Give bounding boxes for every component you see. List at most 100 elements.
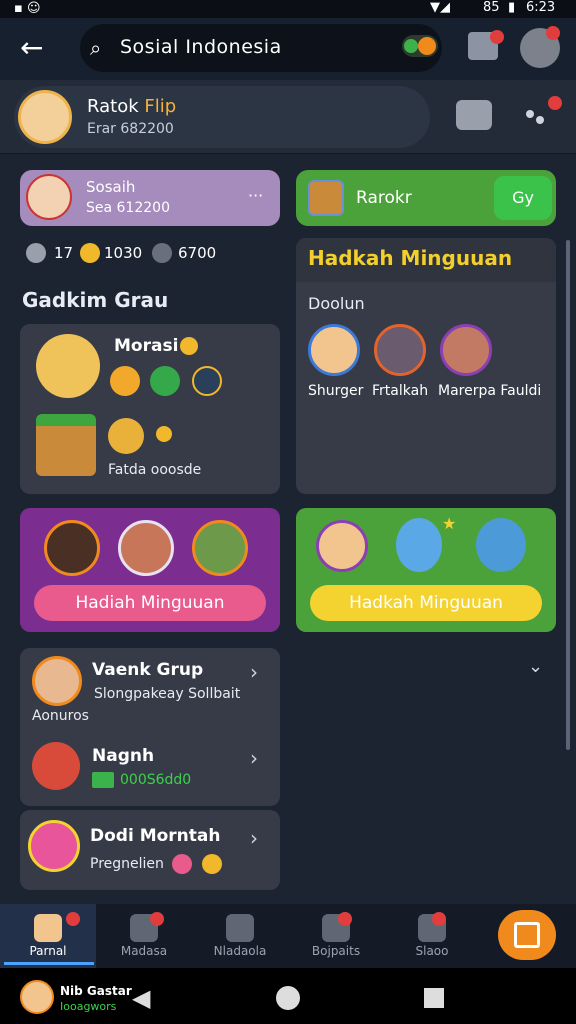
coin-icon: [80, 243, 100, 263]
gift-box-icon: [36, 414, 96, 476]
list-sub-3: Pregnelien: [90, 856, 164, 872]
chevron-right-icon[interactable]: ›: [250, 660, 258, 684]
chevron-right-icon[interactable]: ›: [250, 746, 258, 770]
battery-level: 85: [483, 0, 500, 15]
reward-icon-1[interactable]: [110, 366, 140, 396]
promo-avatar-1: [44, 520, 100, 576]
nav-label-4: Bojpaits: [311, 944, 361, 958]
game-toggle-icon[interactable]: [402, 35, 438, 57]
weekly-person-1: Shurger: [308, 383, 364, 399]
small-coin-icon: [156, 426, 172, 442]
list-sub-2: 000S6dd0: [120, 772, 192, 788]
weekly-avatar-3[interactable]: [440, 324, 492, 376]
back-nav-icon[interactable]: ◀: [132, 984, 150, 1012]
list-title-2[interactable]: Nagnh: [92, 746, 154, 766]
list-title-3[interactable]: Dodi Morntah: [90, 826, 221, 846]
list-title-1[interactable]: Vaenk Grup: [92, 660, 203, 680]
profile-avatar[interactable]: [18, 90, 72, 144]
list-sub-1: Slongpakeay Sollbait: [94, 686, 241, 702]
nav-badge-2: [150, 912, 164, 926]
nav-label-3: Nladaola: [213, 944, 267, 958]
star-icon: ★: [442, 514, 457, 533]
promo-green-avatar-2: [396, 518, 442, 572]
promo-purple-button[interactable]: Hadiah Minguuan: [34, 585, 266, 621]
chat-badge: [490, 30, 504, 44]
character-avatar: [36, 334, 100, 398]
group-avatar[interactable]: [32, 656, 82, 706]
battery-icon: ▮: [508, 0, 516, 15]
profile-sub: Erar 682200: [87, 121, 174, 137]
promo-green-avatar-1: [316, 520, 368, 572]
coin-icon: [202, 854, 222, 874]
nav-badge-1: [66, 912, 80, 926]
gem-icon: [152, 243, 172, 263]
settings-badge: [546, 26, 560, 40]
green-card-title: Rarokr: [356, 188, 412, 208]
promo-green-avatar-3: [476, 518, 526, 572]
friends-badge: [548, 96, 562, 110]
stat-c: 6700: [178, 244, 217, 262]
home-nav-icon[interactable]: [276, 986, 300, 1010]
active-tab-indicator: [4, 962, 94, 965]
more-icon[interactable]: ···: [248, 186, 263, 205]
list-avatar-2[interactable]: [32, 742, 80, 790]
chevron-down-icon[interactable]: ⌄: [528, 656, 543, 677]
chevron-right-icon[interactable]: ›: [250, 826, 258, 850]
mini-avatar: [26, 174, 72, 220]
profile-name-first: Ratok: [87, 96, 139, 117]
footer-sub: Iooagwors: [60, 1000, 117, 1013]
chat-bubble-icon: [226, 914, 254, 942]
nav-tab-2[interactable]: Madasa: [96, 904, 192, 968]
footer-avatar[interactable]: [20, 980, 54, 1014]
home-avatar-icon: [34, 914, 62, 942]
stat-a: 17: [54, 244, 74, 262]
nav-tab-home[interactable]: Parnal: [0, 904, 96, 968]
weekly-avatar-1[interactable]: [308, 324, 360, 376]
weekly-person-3: Marerpa Fauldi: [438, 383, 542, 399]
notification-icon: ▪ ☺: [14, 1, 41, 16]
section-title: Gadkim Grau: [22, 288, 169, 312]
search-icon: ⌕: [90, 36, 102, 60]
inbox-icon[interactable]: [456, 100, 492, 130]
stat-b: 1030: [104, 244, 143, 262]
search-text: Sosial Indonesia: [120, 36, 282, 58]
weekly-title: Hadkah Minguuan: [308, 246, 513, 270]
nav-tab-3[interactable]: Nladaola: [192, 904, 288, 968]
list-avatar-3[interactable]: [28, 820, 80, 872]
nav-badge-5: [432, 912, 446, 926]
compose-icon: [514, 922, 540, 948]
profile-name: Ratok Flip: [87, 96, 176, 117]
nav-tab-5[interactable]: Slaoo: [384, 904, 480, 968]
character-name: Morasi: [114, 336, 179, 356]
nav-tab-4[interactable]: Bojpaits: [288, 904, 384, 968]
promo-green-button[interactable]: Hadkah Minguuan: [310, 585, 542, 621]
list-extra-1: Aonuros: [32, 708, 89, 724]
footer-name: Nib Gastar: [60, 984, 132, 998]
reward-icon-2[interactable]: [150, 366, 180, 396]
back-arrow-icon[interactable]: ←: [20, 30, 43, 66]
green-card-button[interactable]: Gy: [494, 176, 552, 220]
nav-badge-4: [338, 912, 352, 926]
heart-icon: [26, 243, 46, 263]
status-bar: ▪ ☺ ▼◢ 85 ▮ 6:23: [0, 0, 576, 18]
weekly-avatar-2[interactable]: [374, 324, 426, 376]
character-footer: Fatda ooosde: [108, 462, 202, 478]
chest-icon: [308, 180, 344, 216]
cash-icon: [92, 772, 114, 788]
nav-label-5: Slaoo: [415, 944, 449, 958]
profile-name-second: Flip: [144, 96, 177, 117]
profile-card[interactable]: [14, 86, 430, 148]
verified-icon: [180, 337, 198, 355]
scrollbar[interactable]: [566, 240, 570, 750]
weekly-person-2: Frtalkah: [372, 383, 429, 399]
signal-icon: ▼◢: [430, 0, 450, 15]
weekly-sub: Doolun: [308, 294, 365, 313]
status-time: 6:23: [526, 0, 556, 15]
coin-stack-icon: [108, 418, 144, 454]
mini-sub: Sea 612200: [86, 200, 170, 216]
nav-label-2: Madasa: [120, 944, 168, 958]
promo-avatar-2: [118, 520, 174, 576]
recents-nav-icon[interactable]: [424, 988, 444, 1008]
promo-avatar-3: [192, 520, 248, 576]
reward-icon-3[interactable]: [192, 366, 222, 396]
